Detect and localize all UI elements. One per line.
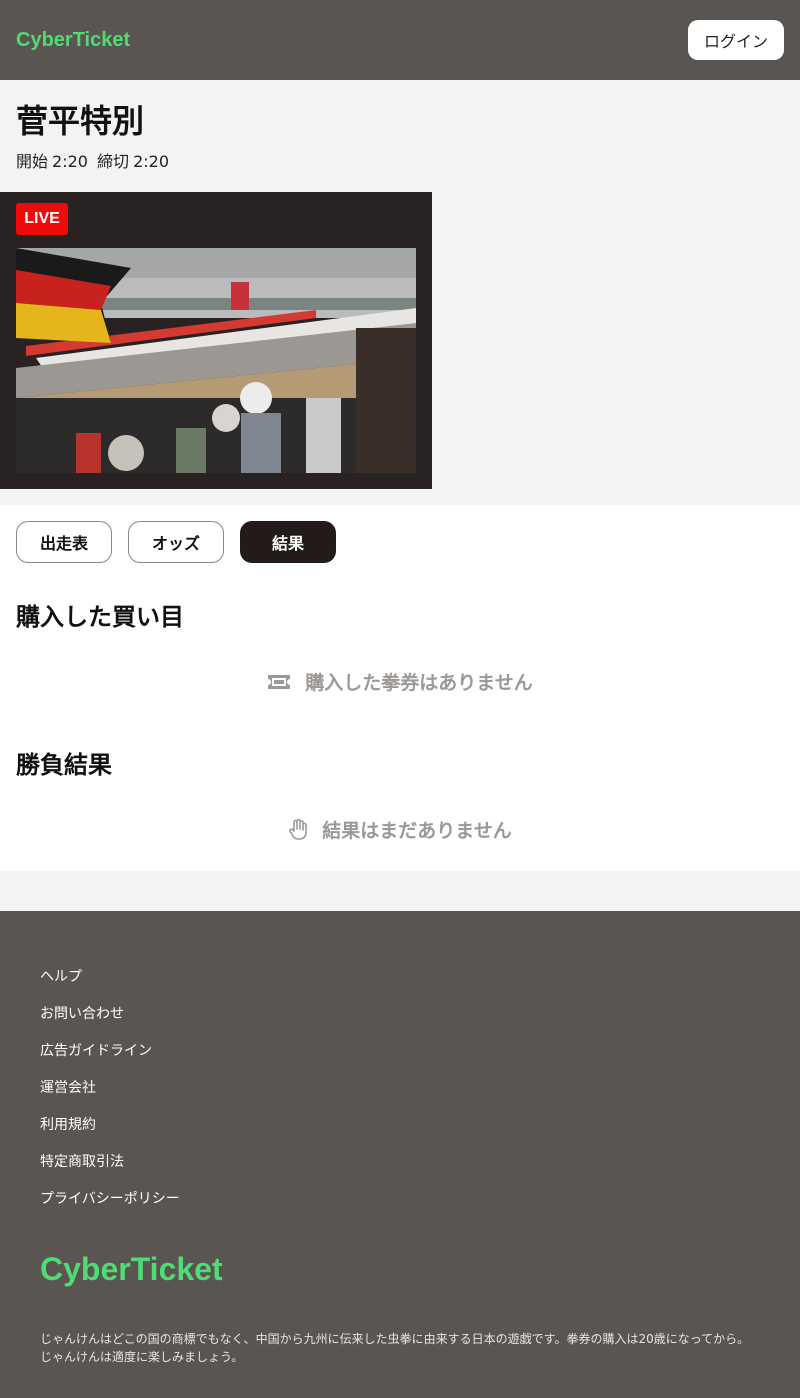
tab-results[interactable]: 結果 bbox=[240, 521, 336, 563]
live-stream-panel: LIVE bbox=[0, 192, 432, 489]
live-video[interactable] bbox=[16, 248, 416, 473]
footer-brand-logo: CyberTicket bbox=[40, 1251, 223, 1287]
start-label: 開始 bbox=[16, 152, 49, 171]
top-header: CyberTicket ログイン bbox=[0, 0, 800, 80]
footer-link-help[interactable]: ヘルプ bbox=[40, 967, 760, 1004]
purchases-empty: 購入した拳券はありません bbox=[16, 668, 784, 695]
purchases-empty-text: 購入した拳券はありません bbox=[305, 672, 533, 694]
footer-link-terms[interactable]: 利用規約 bbox=[40, 1115, 760, 1152]
hand-icon bbox=[288, 818, 308, 841]
close-label: 締切 bbox=[97, 152, 130, 171]
start-time: 2:20 bbox=[52, 152, 88, 171]
main-content: 出走表 オッズ 結果 購入した買い目 購入した拳券はありません 勝負結果 結果は… bbox=[0, 505, 800, 871]
close-time: 2:20 bbox=[133, 152, 169, 171]
race-times: 開始 2:20 締切 2:20 bbox=[16, 148, 784, 172]
site-footer: ヘルプ お問い合わせ 広告ガイドライン 運営会社 利用規約 特定商取引法 プライ… bbox=[0, 911, 800, 1398]
tab-entries[interactable]: 出走表 bbox=[16, 521, 112, 563]
ticket-icon bbox=[267, 673, 291, 691]
footer-disclaimer: じゃんけんはどこの国の商標でもなく、中国から九州に伝来した虫拳に由来する日本の遊… bbox=[40, 1332, 750, 1364]
footer-link-commerce-law[interactable]: 特定商取引法 bbox=[40, 1152, 760, 1189]
login-button[interactable]: ログイン bbox=[687, 20, 784, 60]
footer-link-company[interactable]: 運営会社 bbox=[40, 1078, 760, 1115]
tab-odds[interactable]: オッズ bbox=[128, 521, 224, 563]
results-empty: 結果はまだありません bbox=[16, 816, 784, 843]
footer-link-privacy[interactable]: プライバシーポリシー bbox=[40, 1189, 760, 1226]
footer-link-contact[interactable]: お問い合わせ bbox=[40, 1004, 760, 1041]
purchases-title: 購入した買い目 bbox=[16, 603, 184, 631]
footer-link-ad-guidelines[interactable]: 広告ガイドライン bbox=[40, 1041, 760, 1078]
results-title: 勝負結果 bbox=[16, 751, 112, 779]
live-badge: LIVE bbox=[16, 203, 68, 235]
results-empty-text: 結果はまだありません bbox=[322, 820, 512, 842]
race-tabs: 出走表 オッズ 結果 bbox=[16, 521, 784, 563]
race-title: 菅平特別 bbox=[16, 102, 145, 140]
race-header: 菅平特別 開始 2:20 締切 2:20 bbox=[0, 80, 800, 192]
brand-logo[interactable]: CyberTicket bbox=[16, 29, 130, 52]
